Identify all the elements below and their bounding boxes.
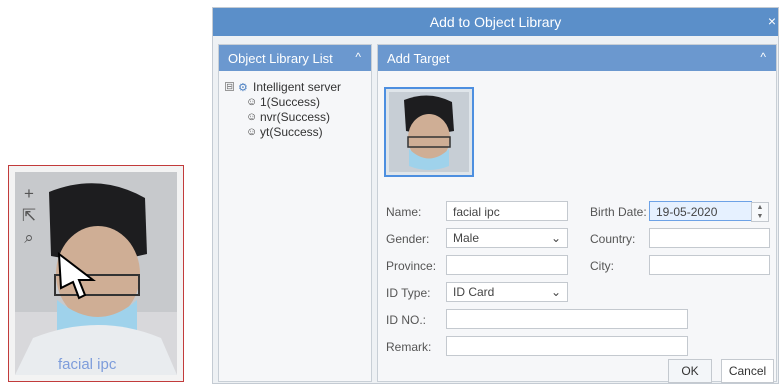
id-type-value: ID Card — [453, 285, 495, 299]
plus-icon[interactable]: + — [20, 183, 38, 205]
chevron-down-icon: ⌄ — [550, 285, 561, 299]
target-photo-image — [389, 92, 469, 172]
tree-item-label: 1(Success) — [260, 94, 321, 109]
collapse-tree-icon[interactable]: ⊟ — [225, 82, 234, 91]
chevron-down-icon: ⌄ — [550, 231, 561, 245]
collapse-icon[interactable]: ^ — [760, 50, 766, 64]
tree-item-nvr[interactable]: ☺ nvr(Success) — [246, 109, 341, 124]
export-icon[interactable]: ⇱ — [20, 205, 38, 227]
id-type-select[interactable]: ID Card ⌄ — [446, 282, 568, 302]
add-target-title: Add Target — [387, 51, 450, 66]
tree-item-label: nvr(Success) — [260, 109, 331, 124]
province-input[interactable] — [446, 255, 568, 275]
user-icon: ☺ — [246, 125, 258, 138]
province-label: Province: — [386, 259, 437, 273]
gender-label: Gender: — [386, 232, 430, 246]
birth-date-value: 19-05-2020 — [656, 205, 718, 219]
dialog-titlebar: Add to Object Library × — [213, 8, 778, 36]
country-input[interactable] — [649, 228, 770, 248]
cancel-button[interactable]: Cancel — [721, 359, 774, 383]
name-input[interactable]: facial ipc — [446, 201, 568, 221]
tree-items: ☺ 1(Success) ☺ nvr(Success) ☺ yt(Success… — [246, 94, 341, 139]
ok-button[interactable]: OK — [668, 359, 712, 383]
library-tree: ⊟ ⚙ Intelligent server ☺ 1(Success) ☺ nv… — [225, 79, 341, 139]
server-icon: ⚙ — [238, 81, 248, 94]
target-photo-svg — [389, 92, 469, 172]
dialog-title: Add to Object Library — [429, 14, 562, 30]
tree-item-1[interactable]: ☺ 1(Success) — [246, 94, 341, 109]
id-type-label: ID Type: — [386, 286, 431, 300]
search-icon[interactable]: ⌕ — [20, 227, 38, 249]
object-library-header[interactable]: Object Library List ^ — [219, 45, 371, 71]
thumbnail-tools: + ⇱ ⌕ — [20, 183, 38, 249]
birth-date-input[interactable]: 19-05-2020 ▲ ▼ — [649, 201, 769, 222]
target-photo[interactable] — [384, 87, 474, 177]
birth-date-label: Birth Date: — [590, 205, 647, 219]
spin-down-icon[interactable]: ▼ — [752, 212, 768, 221]
remark-input[interactable] — [446, 336, 688, 356]
gender-select[interactable]: Male ⌄ — [446, 228, 568, 248]
country-label: Country: — [590, 232, 636, 246]
user-icon: ☺ — [246, 95, 258, 108]
gender-value: Male — [453, 231, 480, 245]
face-thumbnail-image — [15, 172, 177, 375]
thumbnail-caption: facial ipc — [58, 356, 117, 373]
date-spinner[interactable]: ▲ ▼ — [751, 202, 769, 222]
add-target-panel: Add Target ^ Name: facial ipc Birth Date… — [377, 44, 777, 383]
collapse-icon[interactable]: ^ — [355, 50, 361, 64]
tree-item-yt[interactable]: ☺ yt(Success) — [246, 124, 341, 139]
city-label: City: — [590, 259, 614, 273]
close-icon[interactable]: × — [768, 13, 776, 29]
remark-label: Remark: — [386, 340, 432, 354]
city-input[interactable] — [649, 255, 770, 275]
tree-item-label: yt(Success) — [260, 124, 323, 139]
name-label: Name: — [386, 205, 422, 219]
tree-root-intelligent-server[interactable]: ⊟ ⚙ Intelligent server — [225, 79, 341, 94]
add-object-dialog: Add to Object Library × Object Library L… — [212, 7, 779, 384]
add-target-header: Add Target ^ — [378, 45, 776, 71]
object-library-panel: Object Library List ^ ⊟ ⚙ Intelligent se… — [218, 44, 372, 382]
object-library-title: Object Library List — [228, 51, 333, 66]
face-thumbnail-photo — [15, 172, 177, 375]
spin-up-icon[interactable]: ▲ — [752, 203, 768, 212]
id-no-input[interactable] — [446, 309, 688, 329]
user-icon: ☺ — [246, 110, 258, 123]
id-no-label: ID NO.: — [386, 313, 427, 327]
tree-root-label: Intelligent server — [253, 79, 342, 94]
